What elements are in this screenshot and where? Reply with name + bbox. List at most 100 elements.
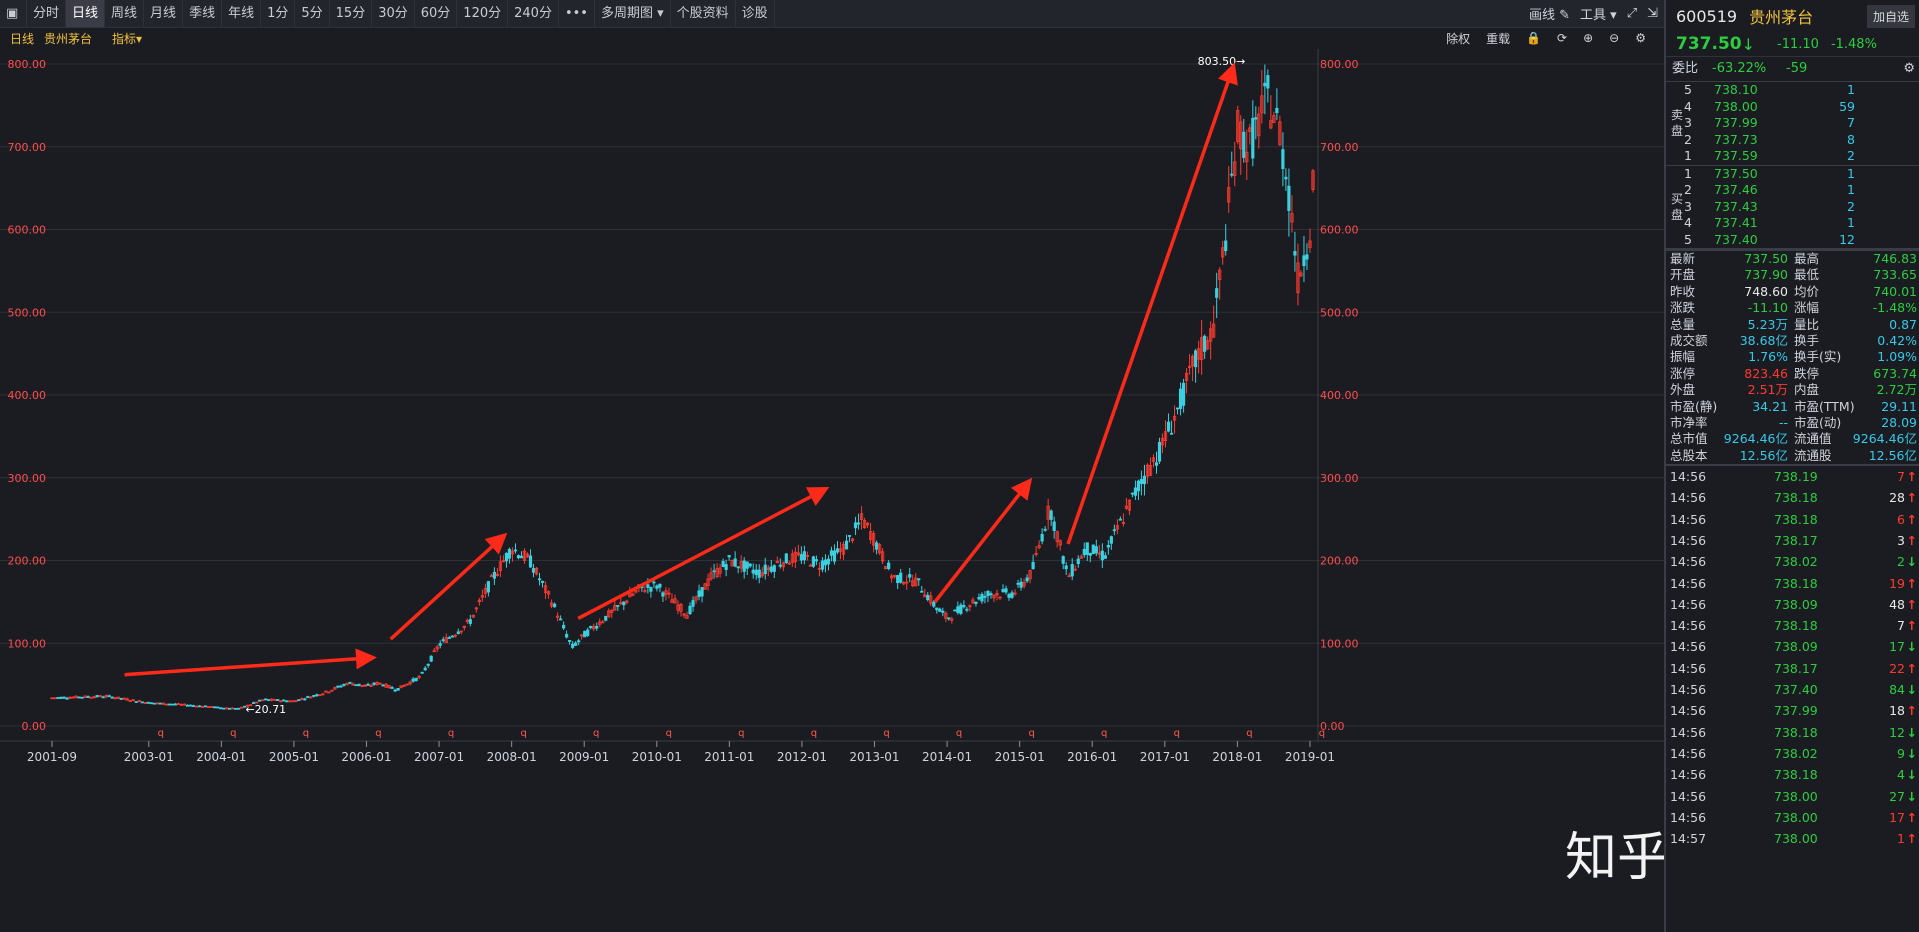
book-row[interactable]: 4 737.41 1 — [1666, 215, 1919, 232]
event-marker[interactable]: q — [593, 728, 599, 739]
event-marker[interactable]: q — [1101, 728, 1107, 739]
trend-arrow — [389, 532, 508, 641]
tick-row[interactable]: 14:56 737.99 18 ↑ — [1666, 700, 1919, 721]
tab-9[interactable]: 30分 — [372, 0, 415, 27]
fq-button[interactable]: 除权 — [1446, 30, 1470, 47]
event-marker[interactable]: q — [448, 728, 454, 739]
tab-10[interactable]: 60分 — [415, 0, 458, 27]
more-button[interactable]: ••• — [559, 0, 595, 27]
tab-7[interactable]: 5分 — [295, 0, 330, 27]
event-marker[interactable]: q — [1174, 728, 1180, 739]
tick-row[interactable]: 14:56 738.18 12 ↓ — [1666, 722, 1919, 743]
tick-row[interactable]: 14:56 738.18 28 ↑ — [1666, 487, 1919, 508]
tick-row[interactable]: 14:56 737.40 84 ↓ — [1666, 679, 1919, 700]
tab-4[interactable]: 季线 — [183, 0, 223, 27]
book-row[interactable]: 2 737.46 1 — [1666, 182, 1919, 199]
tick-time: 14:56 — [1670, 639, 1707, 655]
tick-row[interactable]: 14:56 738.00 17 ↑ — [1666, 807, 1919, 828]
book-row[interactable]: 4 738.00 59 — [1666, 99, 1919, 116]
book-row[interactable]: 1 737.50 1 — [1666, 166, 1919, 183]
tick-row[interactable]: 14:56 738.17 22 ↑ — [1666, 658, 1919, 679]
book-row[interactable]: 2 737.73 8 — [1666, 132, 1919, 149]
candle — [89, 696, 93, 699]
layout-icon[interactable]: ▣ — [0, 0, 27, 27]
reload-button[interactable]: 重载 — [1486, 30, 1510, 47]
event-marker[interactable]: q — [811, 728, 817, 739]
stat-row: 最新 737.50 最高 746.83 — [1666, 251, 1919, 267]
multi-period-button[interactable]: 多周期图 ▾ — [595, 0, 671, 27]
event-marker[interactable]: q — [1246, 728, 1252, 739]
tick-row[interactable]: 14:57 738.00 1 ↑ — [1666, 828, 1919, 849]
refresh-icon[interactable]: ⟳ — [1557, 31, 1567, 45]
tick-row[interactable]: 14:56 738.18 4 ↓ — [1666, 764, 1919, 785]
book-row[interactable]: 5 737.40 12 — [1666, 232, 1919, 249]
expand-icon[interactable]: ⇲ — [1647, 6, 1658, 21]
indicator-button[interactable]: 指标▾ — [102, 30, 142, 47]
book-row[interactable]: 3 737.43 2 — [1666, 199, 1919, 216]
add-watchlist-button[interactable]: 加自选 — [1866, 4, 1915, 28]
tools-button[interactable]: 工具 ▾ — [1580, 4, 1617, 23]
tab-12[interactable]: 240分 — [508, 0, 559, 27]
book-row[interactable]: 3 737.99 7 — [1666, 115, 1919, 132]
candle — [1133, 480, 1138, 500]
diagnose-button[interactable]: 诊股 — [736, 0, 775, 27]
candle — [694, 595, 698, 604]
candle-body — [926, 594, 930, 601]
candle — [905, 575, 909, 590]
tick-row[interactable]: 14:56 738.17 3 ↑ — [1666, 530, 1919, 551]
tab-1[interactable]: 日线 — [66, 0, 106, 27]
event-marker[interactable]: q — [1319, 728, 1325, 739]
tab-8[interactable]: 15分 — [330, 0, 373, 27]
fullscreen-icon[interactable]: ⤢ — [1627, 6, 1637, 21]
tick-row[interactable]: 14:56 738.00 27 ↓ — [1666, 786, 1919, 807]
tab-6[interactable]: 1分 — [261, 0, 296, 27]
tick-row[interactable]: 14:56 738.18 19 ↑ — [1666, 573, 1919, 594]
candle-body — [438, 643, 442, 646]
candle — [1067, 572, 1071, 578]
draw-button[interactable]: 画线 ✎ — [1529, 4, 1570, 23]
lock-icon[interactable]: 🔒 — [1526, 31, 1541, 45]
event-marker[interactable]: q — [738, 728, 744, 739]
candle — [239, 706, 244, 709]
event-marker[interactable]: q — [956, 728, 962, 739]
tick-row[interactable]: 14:56 738.18 6 ↑ — [1666, 509, 1919, 530]
candle — [1031, 554, 1035, 570]
tick-row[interactable]: 14:56 738.09 17 ↓ — [1666, 636, 1919, 657]
event-marker[interactable]: q — [375, 728, 381, 739]
candles — [50, 64, 1315, 710]
tick-row[interactable]: 14:56 738.02 9 ↓ — [1666, 743, 1919, 764]
tab-2[interactable]: 周线 — [105, 0, 145, 27]
tab-3[interactable]: 月线 — [144, 0, 184, 27]
event-marker[interactable]: q — [520, 728, 526, 739]
zoom-out-icon[interactable]: ⊖ — [1609, 31, 1619, 45]
candle — [1154, 451, 1159, 474]
tick-row[interactable]: 14:56 738.19 7 ↑ — [1666, 466, 1919, 487]
y-tick-left: 400.00 — [8, 389, 47, 402]
candle — [1305, 243, 1309, 270]
zoom-in-icon[interactable]: ⊕ — [1583, 31, 1593, 45]
tab-0[interactable]: 分时 — [27, 0, 67, 27]
event-marker[interactable]: q — [158, 728, 164, 739]
event-marker[interactable]: q — [303, 728, 309, 739]
tick-row[interactable]: 14:56 738.18 7 ↑ — [1666, 615, 1919, 636]
event-marker[interactable]: q — [1028, 728, 1034, 739]
gear-icon[interactable]: ⚙ — [1635, 31, 1646, 45]
book-row[interactable]: 5 738.10 1 — [1666, 82, 1919, 99]
event-marker[interactable]: q — [230, 728, 236, 739]
candle-body — [565, 634, 569, 638]
candle-body — [1157, 441, 1162, 462]
candlestick-chart[interactable]: 0.00 0.00100.00 100.00200.00 200.00300.00 30… — [0, 49, 1664, 932]
candle — [95, 694, 99, 698]
event-marker[interactable]: q — [883, 728, 889, 739]
event-marker[interactable]: q — [666, 728, 672, 739]
book-row[interactable]: 1 737.59 2 — [1666, 148, 1919, 165]
gear-icon[interactable]: ⚙ — [1903, 57, 1915, 81]
tab-5[interactable]: 年线 — [222, 0, 262, 27]
tick-row[interactable]: 14:56 738.02 2 ↓ — [1666, 551, 1919, 572]
candle — [1311, 169, 1315, 193]
tick-row[interactable]: 14:56 738.09 48 ↑ — [1666, 594, 1919, 615]
stock-info-button[interactable]: 个股资料 — [671, 0, 736, 27]
candle — [336, 685, 340, 689]
candle — [420, 671, 424, 674]
tab-11[interactable]: 120分 — [457, 0, 509, 27]
